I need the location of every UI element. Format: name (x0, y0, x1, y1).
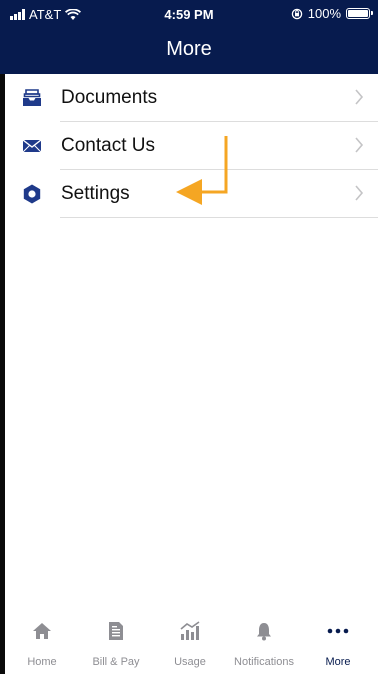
tab-home[interactable]: Home (5, 612, 79, 674)
chevron-right-icon (355, 89, 364, 105)
menu-item-label: Settings (61, 183, 130, 204)
tab-bar: Home Bill & Pay Usage Notifications More (5, 612, 378, 674)
app-screen: AT&T 4:59 PM 100% More Documents Contact… (0, 0, 378, 674)
envelope-icon (22, 139, 42, 153)
tab-usage[interactable]: Usage (153, 612, 227, 674)
chevron-right-icon (355, 185, 364, 201)
menu-item-label: Documents (61, 87, 158, 108)
menu-item-label: Contact Us (61, 135, 155, 156)
tab-label: Bill & Pay (92, 656, 140, 668)
documents-tray-icon (23, 89, 41, 106)
orientation-lock-icon (291, 8, 302, 19)
battery-indicator: 100% (291, 6, 373, 21)
header: AT&T 4:59 PM 100% More (0, 0, 378, 74)
home-icon (33, 623, 51, 639)
bill-icon (109, 622, 123, 640)
tab-label: Notifications (234, 656, 294, 668)
usage-chart-icon (180, 621, 200, 640)
divider (60, 217, 378, 218)
chevron-right-icon (355, 137, 364, 153)
battery-percent: 100% (307, 6, 341, 21)
page-title: More (166, 38, 212, 60)
arrow-pointing-left-icon (176, 136, 228, 205)
tab-notifications[interactable]: Notifications (227, 612, 301, 674)
tab-label: Usage (174, 656, 206, 668)
gear-icon (23, 184, 41, 204)
tab-more[interactable]: More (301, 612, 375, 674)
tab-label: Home (27, 656, 57, 668)
more-dots-icon (327, 628, 349, 634)
battery-icon (346, 8, 373, 19)
bell-icon (257, 623, 271, 641)
tab-label: More (325, 656, 351, 668)
menu-item-documents[interactable]: Documents (5, 74, 378, 122)
status-bar: AT&T 4:59 PM 100% (0, 0, 378, 30)
tab-bill-pay[interactable]: Bill & Pay (79, 612, 153, 674)
